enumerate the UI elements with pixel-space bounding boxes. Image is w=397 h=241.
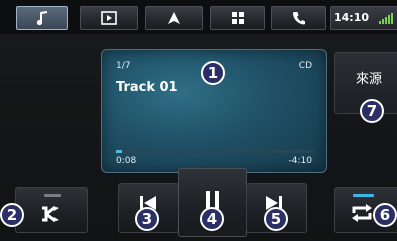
shuffle-icon xyxy=(42,206,59,222)
source-button-label: 來源 xyxy=(356,72,383,87)
media-player-screen: 14:10 1/7 CD Track 01 0:08 -4:10 來源 1 2 … xyxy=(0,0,397,241)
remaining-time: -4:10 xyxy=(288,156,312,166)
signal-strength-icon xyxy=(379,13,393,24)
repeat-icon xyxy=(352,204,372,222)
tab-video[interactable] xyxy=(80,6,138,30)
callout-4: 4 xyxy=(200,207,224,231)
repeat-indicator xyxy=(353,194,374,197)
grid-icon xyxy=(231,12,244,24)
track-title: Track 01 xyxy=(116,80,178,95)
tab-music[interactable] xyxy=(16,6,68,30)
callout-7: 7 xyxy=(360,99,384,123)
callout-2: 2 xyxy=(0,203,24,227)
track-position: 1/7 xyxy=(116,61,131,71)
music-note-icon xyxy=(36,11,47,26)
callout-6: 6 xyxy=(373,203,397,227)
phone-icon xyxy=(292,12,305,25)
top-tab-bar: 14:10 xyxy=(0,0,397,34)
clock-time: 14:10 xyxy=(334,11,370,24)
shuffle-button[interactable] xyxy=(15,187,88,233)
progress-bar[interactable] xyxy=(116,150,314,153)
navigation-arrow-icon xyxy=(168,12,180,24)
tab-phone[interactable] xyxy=(271,6,326,30)
callout-3: 3 xyxy=(135,207,159,231)
tab-apps[interactable] xyxy=(210,6,265,30)
callout-1: 1 xyxy=(201,61,225,85)
elapsed-time: 0:08 xyxy=(116,156,137,166)
tab-navigation[interactable] xyxy=(145,6,203,30)
status-clock: 14:10 xyxy=(330,6,397,30)
callout-5: 5 xyxy=(264,207,288,231)
shuffle-indicator xyxy=(44,194,61,197)
source-type-label: CD xyxy=(298,61,312,71)
play-square-icon xyxy=(101,11,117,25)
progress-fill xyxy=(116,150,122,153)
